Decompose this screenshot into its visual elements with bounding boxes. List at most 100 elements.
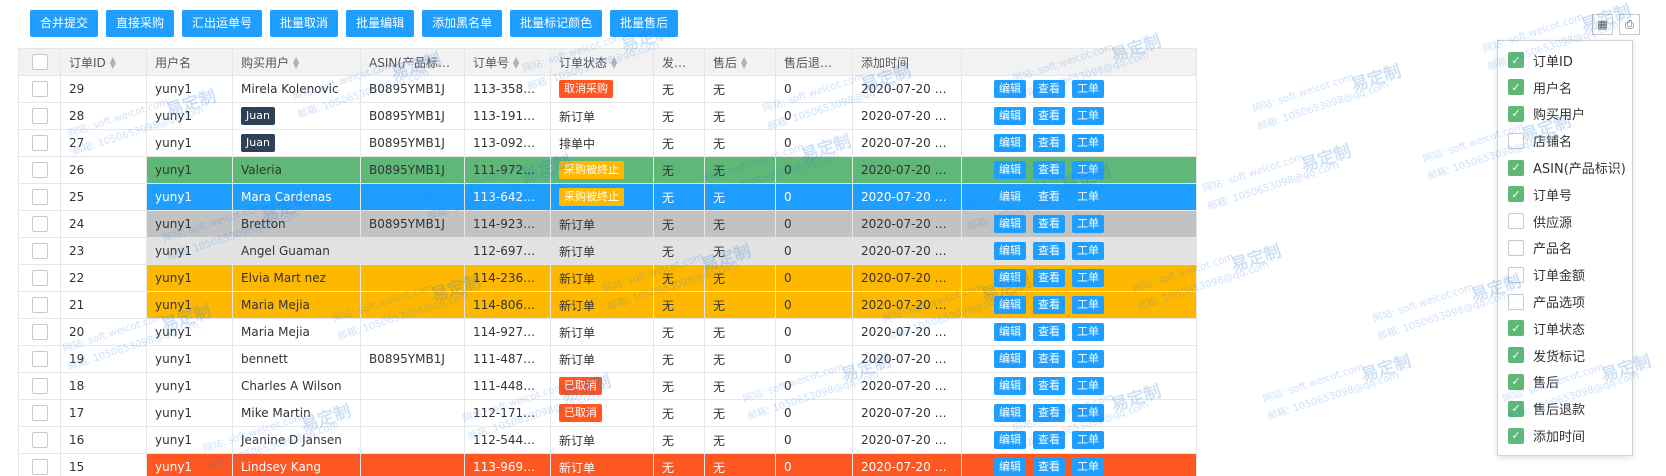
row-checkbox[interactable] xyxy=(31,135,48,151)
view-button[interactable]: 查看 xyxy=(1033,431,1065,449)
row-checkbox[interactable] xyxy=(31,189,48,205)
column-option[interactable]: 订单金额 xyxy=(1498,261,1632,288)
row-checkbox[interactable] xyxy=(31,243,48,259)
column-option[interactable]: ✓ 发货标记 xyxy=(1498,342,1632,369)
column-checkbox[interactable] xyxy=(1508,293,1524,310)
column-checkbox[interactable]: ✓ xyxy=(1508,52,1524,69)
column-option[interactable]: ✓ 订单号 xyxy=(1498,181,1632,208)
column-header-5[interactable]: 订单号 ▲ ▼ xyxy=(464,48,551,76)
column-checkbox[interactable]: ✓ xyxy=(1508,186,1524,203)
column-checkbox[interactable]: ✓ xyxy=(1508,427,1524,444)
column-option[interactable]: ✓ ASIN(产品标识) xyxy=(1498,154,1632,181)
sort-icon[interactable]: ▲▼ xyxy=(110,56,116,70)
row-checkbox[interactable] xyxy=(31,81,48,97)
view-button[interactable]: 查看 xyxy=(1033,107,1065,125)
view-button[interactable]: 查看 xyxy=(1033,350,1065,368)
column-header-8[interactable]: 售后 ▲ ▼ xyxy=(704,48,776,76)
edit-button[interactable]: 编辑 xyxy=(994,431,1026,449)
edit-button[interactable]: 编辑 xyxy=(994,323,1026,341)
ticket-button[interactable]: 工单 xyxy=(1072,323,1104,341)
view-button[interactable]: 查看 xyxy=(1033,404,1065,422)
column-option[interactable]: ✓ 订单状态 xyxy=(1498,315,1632,342)
column-option[interactable]: 店铺名 xyxy=(1498,127,1632,154)
column-checkbox[interactable] xyxy=(1508,266,1524,283)
row-checkbox[interactable] xyxy=(31,270,48,286)
ticket-button[interactable]: 工单 xyxy=(1072,188,1104,206)
column-header-1[interactable]: 订单ID ▲ ▼ xyxy=(60,48,147,76)
row-checkbox[interactable] xyxy=(31,405,48,421)
ticket-button[interactable]: 工单 xyxy=(1072,431,1104,449)
edit-button[interactable]: 编辑 xyxy=(994,161,1026,179)
sort-icon[interactable]: ▲▼ xyxy=(611,56,617,70)
column-option[interactable]: ✓ 售后退款 xyxy=(1498,395,1632,422)
edit-button[interactable]: 编辑 xyxy=(994,296,1026,314)
column-option[interactable]: ✓ 用户名 xyxy=(1498,74,1632,101)
column-option[interactable]: ✓ 售后 xyxy=(1498,369,1632,396)
row-checkbox[interactable] xyxy=(31,108,48,124)
view-button[interactable]: 查看 xyxy=(1033,323,1065,341)
row-checkbox[interactable] xyxy=(31,459,48,475)
ticket-button[interactable]: 工单 xyxy=(1072,80,1104,98)
column-header-10[interactable]: 添加时间 xyxy=(852,48,962,76)
view-button[interactable]: 查看 xyxy=(1033,242,1065,260)
view-button[interactable]: 查看 xyxy=(1033,377,1065,395)
ticket-button[interactable]: 工单 xyxy=(1072,242,1104,260)
edit-button[interactable]: 编辑 xyxy=(994,242,1026,260)
column-checkbox[interactable]: ✓ xyxy=(1508,79,1524,96)
edit-button[interactable]: 编辑 xyxy=(994,215,1026,233)
edit-button[interactable]: 编辑 xyxy=(994,350,1026,368)
row-checkbox[interactable] xyxy=(31,162,48,178)
column-checkbox[interactable]: ✓ xyxy=(1508,105,1524,122)
print-icon[interactable]: ⎙ xyxy=(1619,14,1640,35)
column-checkbox[interactable] xyxy=(1508,239,1524,256)
ticket-button[interactable]: 工单 xyxy=(1072,215,1104,233)
column-checkbox[interactable]: ✓ xyxy=(1508,400,1524,417)
column-header-6[interactable]: 订单状态 ▲ ▼ xyxy=(550,48,654,76)
column-option[interactable]: 供应源 xyxy=(1498,208,1632,235)
column-option[interactable]: 产品名 xyxy=(1498,235,1632,262)
row-checkbox[interactable] xyxy=(31,378,48,394)
view-button[interactable]: 查看 xyxy=(1033,161,1065,179)
view-button[interactable]: 查看 xyxy=(1033,296,1065,314)
select-all-checkbox[interactable] xyxy=(31,54,48,70)
column-option[interactable]: ✓ 添加时间 xyxy=(1498,422,1632,449)
ticket-button[interactable]: 工单 xyxy=(1072,161,1104,179)
ticket-button[interactable]: 工单 xyxy=(1072,458,1104,476)
column-option[interactable]: ✓ 购买用户 xyxy=(1498,101,1632,128)
edit-button[interactable]: 编辑 xyxy=(994,269,1026,287)
view-button[interactable]: 查看 xyxy=(1033,188,1065,206)
edit-button[interactable]: 编辑 xyxy=(994,134,1026,152)
sort-icon[interactable]: ▲▼ xyxy=(454,56,460,70)
ticket-button[interactable]: 工单 xyxy=(1072,404,1104,422)
view-button[interactable]: 查看 xyxy=(1033,458,1065,476)
column-checkbox[interactable] xyxy=(1508,213,1524,230)
sort-icon[interactable]: ▲▼ xyxy=(741,56,747,70)
toolbar-button-6[interactable]: 添加黑名单 xyxy=(422,10,503,37)
row-checkbox[interactable] xyxy=(31,432,48,448)
sort-icon[interactable]: ▲▼ xyxy=(513,56,519,70)
row-checkbox[interactable] xyxy=(31,216,48,232)
column-option[interactable]: 产品选项 xyxy=(1498,288,1632,315)
column-checkbox[interactable]: ✓ xyxy=(1508,159,1524,176)
column-checkbox[interactable]: ✓ xyxy=(1508,347,1524,364)
toolbar-button-3[interactable]: 汇出运单号 xyxy=(182,10,263,37)
ticket-button[interactable]: 工单 xyxy=(1072,296,1104,314)
view-button[interactable]: 查看 xyxy=(1033,269,1065,287)
toolbar-button-7[interactable]: 批量标记颜色 xyxy=(510,10,603,37)
column-option[interactable]: ✓ 订单ID xyxy=(1498,47,1632,74)
view-button[interactable]: 查看 xyxy=(1033,134,1065,152)
column-checkbox[interactable] xyxy=(1508,132,1524,149)
column-header-3[interactable]: 购买用户 ▲ ▼ xyxy=(232,48,361,76)
ticket-button[interactable]: 工单 xyxy=(1072,350,1104,368)
sort-icon[interactable]: ▲▼ xyxy=(848,56,851,70)
ticket-button[interactable]: 工单 xyxy=(1072,107,1104,125)
ticket-button[interactable]: 工单 xyxy=(1072,269,1104,287)
edit-button[interactable]: 编辑 xyxy=(994,458,1026,476)
toolbar-button-1[interactable]: 合并提交 xyxy=(30,10,99,37)
column-checkbox[interactable]: ✓ xyxy=(1508,373,1524,390)
view-button[interactable]: 查看 xyxy=(1033,80,1065,98)
row-checkbox[interactable] xyxy=(31,351,48,367)
toolbar-button-8[interactable]: 批量售后 xyxy=(610,10,679,37)
ticket-button[interactable]: 工单 xyxy=(1072,377,1104,395)
toolbar-button-2[interactable]: 直接采购 xyxy=(106,10,175,37)
